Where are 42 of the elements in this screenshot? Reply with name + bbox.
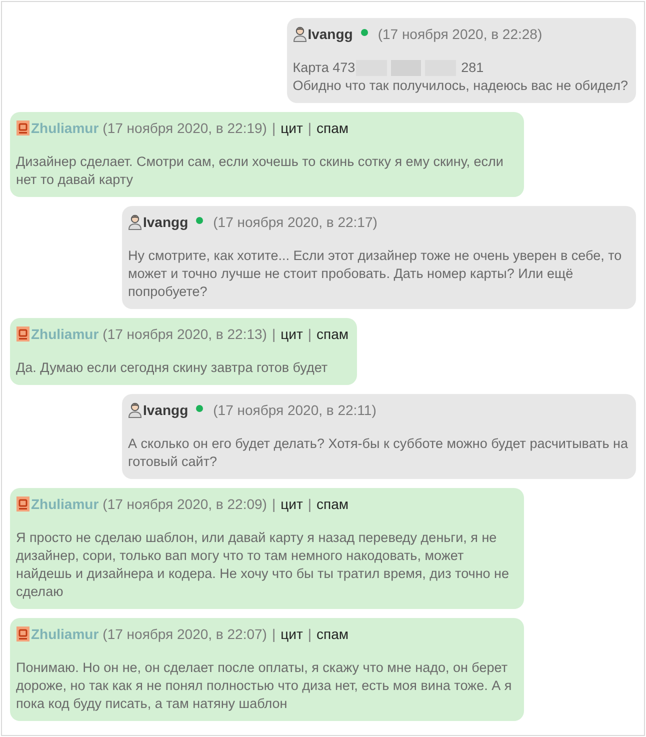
separator: | bbox=[272, 325, 276, 343]
message-text: 281 bbox=[461, 59, 484, 77]
message-link[interactable]: цит bbox=[280, 119, 303, 137]
message-time: (17 ноября 2020, в 22:09) bbox=[102, 495, 267, 513]
message-text: Ну смотрите, как хотите... Если этот дизайнер тоже не очень уверен в себе, то может и точно лучше не стоит пробовать. Дать номер карты? Или ещё попробуете? bbox=[128, 247, 623, 301]
message-link[interactable]: цит bbox=[280, 325, 303, 343]
message-text: Дизайнер сделает. Смотри сам, если хочешь то скинь сотку я ему скину, если нет то давай карту bbox=[16, 153, 504, 189]
separator: | bbox=[272, 119, 276, 137]
message-text: Обидно что так получилось, надеюсь вас не обидел? bbox=[292, 77, 628, 95]
message-time: (17 ноября 2020, в 22:28) bbox=[378, 25, 542, 43]
separator: | bbox=[272, 625, 276, 643]
separator: | bbox=[308, 625, 312, 643]
avatar-icon bbox=[16, 626, 30, 642]
separator: | bbox=[308, 495, 312, 513]
message-link[interactable]: спам bbox=[316, 119, 349, 137]
message-link[interactable]: спам bbox=[316, 625, 349, 643]
author-name[interactable]: Ivangg bbox=[143, 401, 188, 419]
message-link[interactable]: цит bbox=[280, 625, 303, 643]
separator: | bbox=[308, 325, 312, 343]
message-text: Понимаю. Но он не, он сделает после оплаты, я скажу что мне надо, он берет дороже, но так как я не понял полностью что диза нет, есть моя вина тоже. А я пока код буду писать, а там натяну шаблон bbox=[16, 659, 513, 713]
message-link[interactable]: цит bbox=[280, 495, 303, 513]
message-text: А сколько он его будет делать? Хотя-бы к субботе можно будет расчитывать на готовый сайт? bbox=[128, 435, 628, 471]
message-text: Да. Думаю если сегодня скину завтра готов будет bbox=[16, 359, 329, 377]
person-icon bbox=[128, 214, 142, 230]
avatar-icon bbox=[16, 496, 30, 512]
avatar-icon bbox=[16, 326, 30, 342]
message-link[interactable]: спам bbox=[316, 495, 349, 513]
message-time: (17 ноября 2020, в 22:13) bbox=[102, 325, 267, 343]
message-time: (17 ноября 2020, в 22:19) bbox=[102, 119, 267, 137]
person-icon bbox=[128, 402, 142, 418]
avatar-icon bbox=[16, 120, 30, 136]
message-time: (17 ноября 2020, в 22:11) bbox=[213, 401, 376, 419]
message-link[interactable]: спам bbox=[316, 325, 349, 343]
separator: | bbox=[308, 119, 312, 137]
message-text: Я просто не сделаю шаблон, или давай карту я назад переведу деньги, я не дизайнер, сори, только вап могу что то там немного накодовать, может найдешь и дизайнера и кодера. Не хочу что бы ты тратил время, диз точно не сделаю bbox=[16, 529, 510, 601]
message-text: Карта 473 bbox=[292, 59, 356, 77]
person-icon bbox=[292, 26, 307, 42]
message-time: (17 ноября 2020, в 22:07) bbox=[102, 625, 267, 643]
message-time: (17 ноября 2020, в 22:17) bbox=[213, 213, 378, 231]
separator: | bbox=[272, 495, 276, 513]
author-name[interactable]: Ivangg bbox=[143, 213, 188, 231]
author-name[interactable]: Ivangg bbox=[308, 25, 353, 43]
